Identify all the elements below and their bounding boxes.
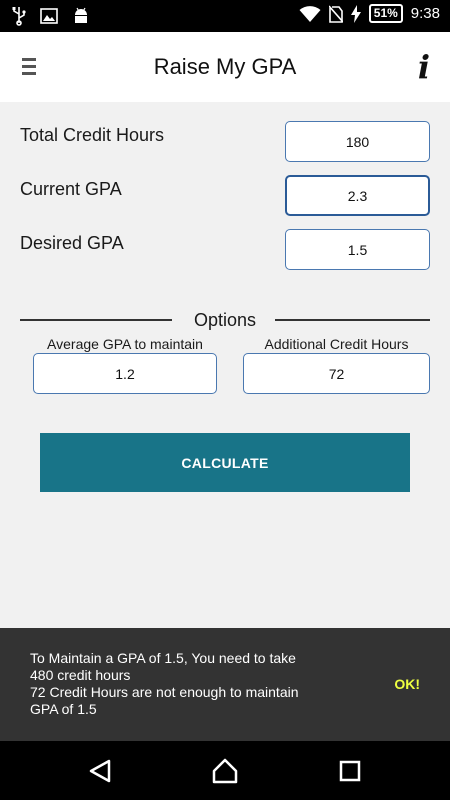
status-bar: 51% 9:38: [0, 0, 450, 32]
recents-icon[interactable]: [336, 757, 364, 785]
image-icon: [40, 8, 58, 24]
screen: 51% 9:38 Raise My GPA i Total Credit Hou…: [0, 0, 450, 800]
desired-gpa-input[interactable]: [285, 229, 430, 270]
options-title: Options: [193, 310, 257, 330]
app-bar: Raise My GPA i: [0, 32, 450, 102]
back-icon[interactable]: [86, 757, 114, 785]
wifi-icon: [299, 5, 321, 22]
average-gpa-label: Average GPA to maintain: [47, 336, 203, 352]
average-gpa-input[interactable]: [33, 353, 217, 394]
charging-icon: [350, 4, 361, 23]
additional-credit-hours-input[interactable]: [243, 353, 430, 394]
battery-icon: 51%: [368, 4, 403, 23]
home-icon[interactable]: [211, 757, 239, 785]
total-credit-hours-input[interactable]: [285, 121, 430, 162]
navigation-bar: [0, 741, 450, 800]
options-divider-right: [275, 319, 430, 321]
info-icon[interactable]: i: [418, 48, 430, 86]
page-title: Raise My GPA: [153, 54, 297, 79]
notification-icons: [12, 6, 90, 26]
snackbar-ok-button[interactable]: OK!: [394, 676, 420, 692]
android-icon: [75, 7, 87, 23]
no-sim-icon: [328, 4, 343, 23]
current-gpa-label: Current GPA: [20, 179, 122, 199]
snackbar-message: To Maintain a GPA of 1.5, You need to ta…: [30, 650, 299, 717]
total-credit-hours-label: Total Credit Hours: [20, 125, 165, 145]
current-gpa-input[interactable]: [285, 175, 430, 216]
additional-credit-hours-label: Additional Credit Hours: [264, 336, 409, 352]
calculate-button[interactable]: CALCULATE: [40, 433, 410, 492]
system-status: 51% 9:38: [299, 4, 440, 23]
snackbar: To Maintain a GPA of 1.5, You need to ta…: [0, 628, 450, 741]
clock: 9:38: [410, 5, 440, 22]
desired-gpa-label: Desired GPA: [20, 233, 124, 253]
usb-icon: [12, 7, 26, 26]
